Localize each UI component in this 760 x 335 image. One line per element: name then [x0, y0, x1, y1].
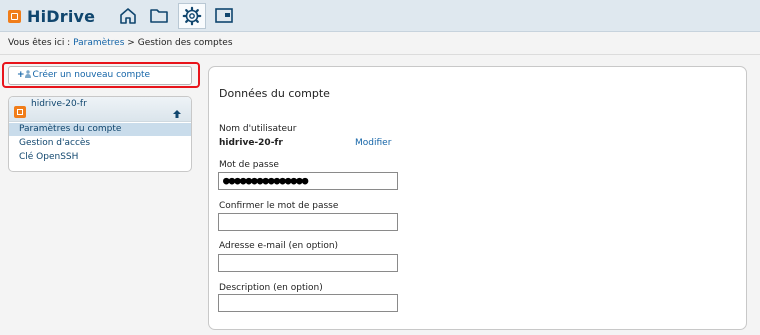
arrow-up-icon[interactable] — [172, 109, 182, 119]
breadcrumb-separator: > — [127, 38, 135, 48]
logo-icon — [8, 9, 21, 23]
app-name: HiDrive — [27, 6, 96, 26]
account-panel: hidrive-20-fr Paramètres du compte Gesti… — [8, 96, 192, 172]
account-header[interactable]: hidrive-20-fr — [9, 97, 191, 122]
breadcrumb-link-parametres[interactable]: Paramètres — [73, 38, 124, 48]
password-label: Mot de passe — [219, 160, 279, 170]
username-label: Nom d'utilisateur — [219, 124, 297, 134]
email-input[interactable] — [218, 254, 398, 272]
create-account-button[interactable]: + Créer un nouveau compte — [8, 66, 192, 85]
home-icon — [120, 8, 136, 24]
nav-settings-button[interactable] — [178, 3, 206, 29]
description-label: Description (en option) — [219, 283, 323, 293]
user-icon — [24, 70, 31, 78]
plus-icon: + — [17, 70, 25, 80]
email-label: Adresse e-mail (en option) — [219, 241, 339, 251]
account-data-panel: Données du compte Nom d'utilisateur hidr… — [208, 66, 747, 330]
nav-monitor-button[interactable] — [212, 4, 236, 28]
description-input[interactable] — [218, 294, 398, 312]
confirm-password-input[interactable] — [218, 213, 398, 231]
account-icon — [14, 106, 26, 118]
modify-link[interactable]: Modifier — [355, 138, 391, 148]
create-account-label: Créer un nouveau compte — [32, 70, 151, 80]
top-header: HiDrive — [0, 0, 760, 32]
password-input[interactable]: ●●●●●●●●●●●●●●● — [218, 172, 398, 190]
account-name: hidrive-20-fr — [31, 99, 87, 109]
breadcrumb: Vous êtes ici : Paramètres > Gestion des… — [0, 33, 760, 55]
nav-files-button[interactable] — [147, 4, 171, 28]
sidebar-item-access-management[interactable]: Gestion d'accès — [9, 137, 191, 150]
folder-icon — [150, 9, 168, 23]
sidebar-item-account-settings[interactable]: Paramètres du compte — [9, 123, 191, 136]
username-value: hidrive-20-fr — [219, 138, 283, 148]
gear-icon — [182, 6, 202, 26]
section-title: Données du compte — [219, 87, 330, 100]
hidrive-logo[interactable]: HiDrive — [8, 6, 95, 26]
breadcrumb-prefix: Vous êtes ici : — [8, 38, 71, 48]
breadcrumb-current: Gestion des comptes — [137, 38, 233, 48]
nav-home-button[interactable] — [116, 4, 140, 28]
confirm-password-label: Confirmer le mot de passe — [219, 201, 339, 211]
sidebar-item-openssh-key[interactable]: Clé OpenSSH — [9, 151, 191, 164]
monitor-icon — [215, 8, 233, 23]
